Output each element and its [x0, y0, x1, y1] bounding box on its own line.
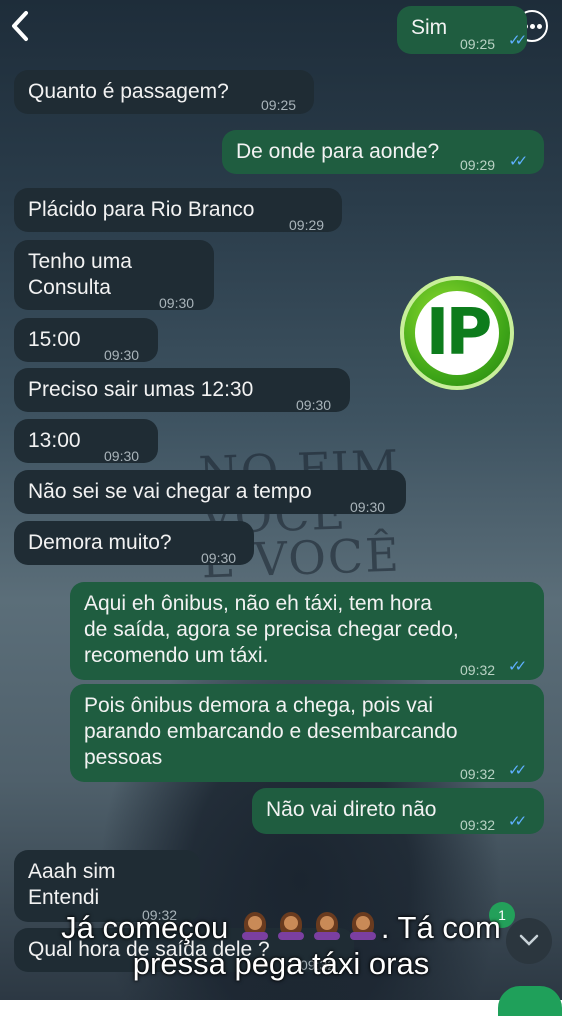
story-caption: Já começou . Tá com pressa pega táxi ora…: [61, 910, 501, 981]
message-incoming[interactable]: 13:00 09:30: [14, 419, 158, 464]
message-outgoing[interactable]: Aqui eh ônibus, não eh táxi, tem hora de…: [70, 582, 544, 680]
message-outgoing[interactable]: Sim 09:25 ✓✓: [397, 6, 527, 54]
woman-bowing-emoji: [240, 912, 270, 942]
message-incoming[interactable]: Quanto é passagem? 09:25: [14, 70, 314, 114]
read-receipt-icon: ✓✓: [508, 658, 527, 675]
read-receipt-icon: ✓✓: [508, 813, 527, 830]
compose-button[interactable]: [498, 986, 562, 1016]
chevron-left-icon[interactable]: [6, 8, 36, 44]
ip-logo-text: IP: [425, 296, 493, 370]
message-outgoing[interactable]: Pois ônibus demora a chega, pois vai par…: [70, 684, 544, 782]
message-outgoing[interactable]: Não vai direto não 09:32 ✓✓: [252, 788, 544, 834]
message-incoming[interactable]: Tenho uma Consulta 09:30: [14, 240, 214, 311]
woman-bowing-emoji: [348, 912, 378, 942]
read-receipt-icon: ✓✓: [508, 32, 527, 49]
message-incoming[interactable]: Preciso sair umas 12:30 09:30: [14, 368, 350, 413]
message-incoming[interactable]: Plácido para Rio Branco 09:29: [14, 188, 342, 233]
message-incoming[interactable]: Demora muito? 09:30: [14, 521, 254, 566]
ip-logo: IP: [400, 276, 514, 390]
message-outgoing[interactable]: De onde para aonde? 09:29 ✓✓: [222, 130, 544, 174]
message-incoming[interactable]: 15:00 09:30: [14, 318, 158, 363]
read-receipt-icon: ✓✓: [508, 762, 527, 779]
read-receipt-icon: ✓✓: [509, 153, 528, 170]
message-incoming[interactable]: Não sei se vai chegar a tempo 09:30: [14, 470, 406, 515]
woman-bowing-emoji: [312, 912, 342, 942]
woman-bowing-emoji: [276, 912, 306, 942]
